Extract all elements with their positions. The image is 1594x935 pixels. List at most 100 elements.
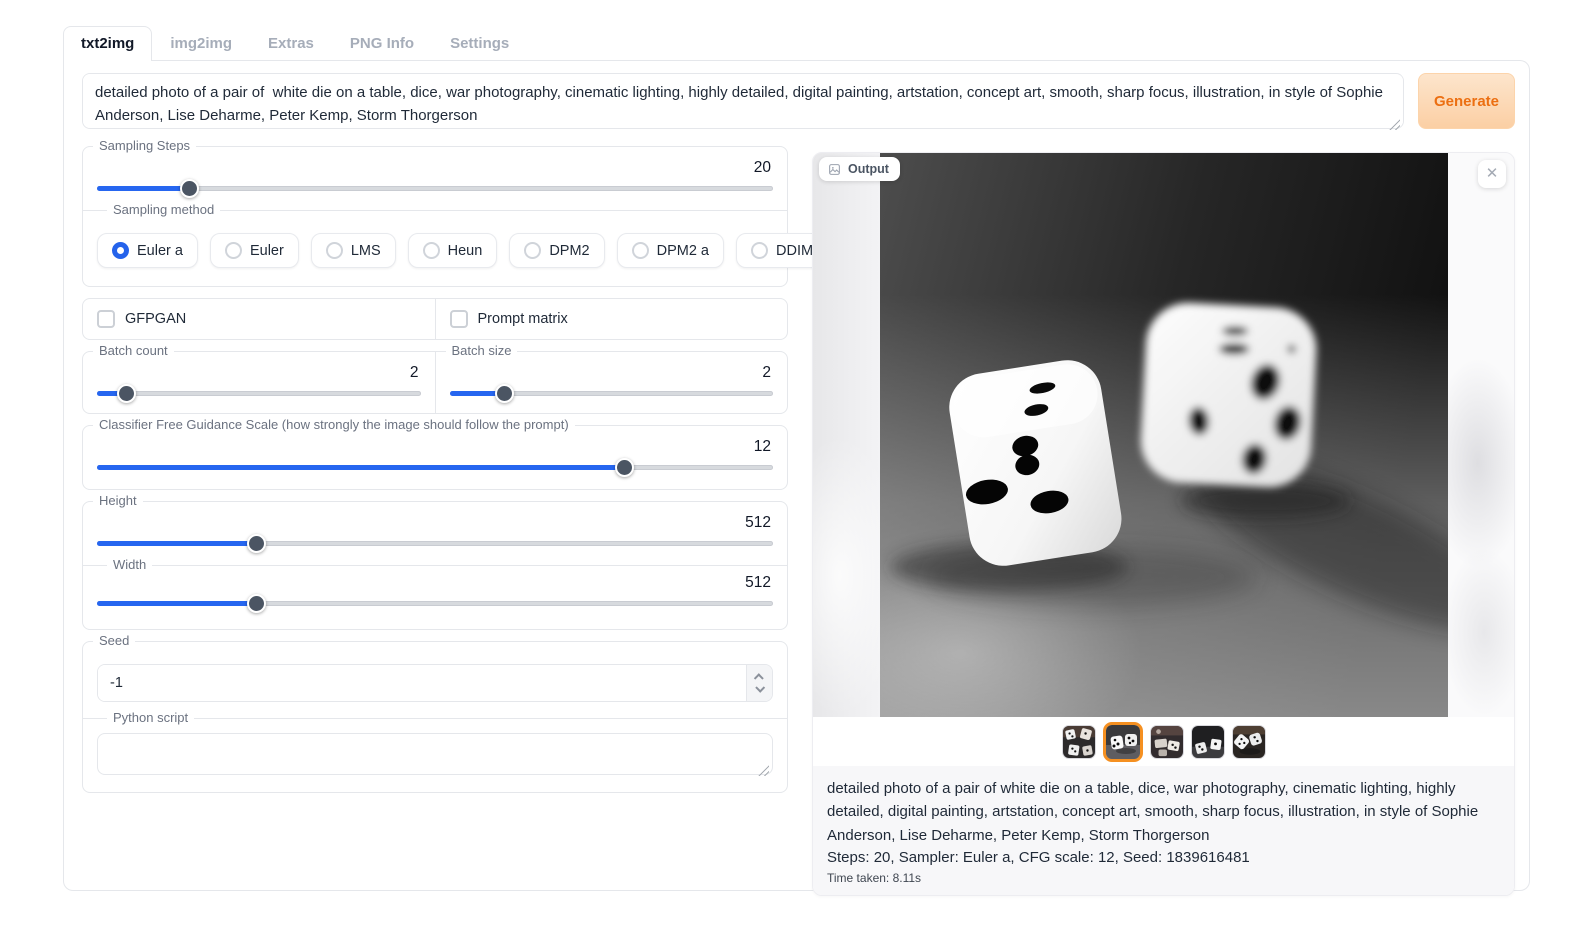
tab-extras[interactable]: Extras — [250, 26, 332, 61]
gallery-thumbnail[interactable] — [1103, 722, 1143, 762]
radio-icon — [112, 242, 129, 259]
gallery-left-blur — [813, 153, 880, 717]
sampler-option-label: DPM2 a — [657, 243, 709, 259]
sampler-option-label: Heun — [448, 243, 483, 259]
batch-count-label: Batch count — [93, 343, 174, 358]
tab-img2img[interactable]: img2img — [152, 26, 250, 61]
slider-handle[interactable] — [247, 594, 266, 613]
height-slider[interactable] — [97, 534, 773, 553]
batch-size-slider[interactable] — [450, 384, 774, 403]
radio-icon — [225, 242, 242, 259]
sampler-option-dpm2[interactable]: DPM2 — [509, 233, 604, 268]
slider-track[interactable] — [97, 391, 421, 396]
python-script-input[interactable] — [97, 733, 773, 775]
sampling-panel: Sampling Steps 20 Sampling method Euler … — [82, 146, 788, 287]
slider-fill — [97, 541, 256, 546]
radio-icon — [326, 242, 343, 259]
generate-button[interactable]: Generate — [1418, 73, 1515, 129]
app-root: txt2img img2img Extras PNG Info Settings… — [0, 0, 1594, 935]
seed-panel: Seed Python script — [82, 641, 788, 793]
slider-fill — [97, 465, 624, 470]
slider-handle[interactable] — [247, 534, 266, 553]
tab-txt2img[interactable]: txt2img — [63, 26, 152, 61]
width-label: Width — [107, 557, 152, 572]
gallery-thumbnail[interactable] — [1232, 725, 1266, 759]
slider-handle[interactable] — [117, 384, 136, 403]
gfpgan-label: GFPGAN — [125, 311, 186, 327]
sampler-option-label: DDIM — [776, 243, 813, 259]
image-icon — [828, 163, 841, 176]
gallery-thumbnails — [813, 717, 1514, 766]
gallery-right-blur — [1448, 153, 1514, 717]
batch-panel: Batch count 2 Batch size 2 — [82, 351, 788, 414]
sampler-option-euler-a[interactable]: Euler a — [97, 233, 198, 268]
checkbox-icon[interactable] — [450, 310, 468, 328]
sampler-options: Euler a Euler LMS — [97, 233, 773, 274]
gallery-thumbnail[interactable] — [1150, 725, 1184, 759]
slider-handle[interactable] — [615, 458, 634, 477]
batch-size-value: 2 — [450, 364, 774, 382]
batch-count-slider[interactable] — [97, 384, 421, 403]
cfg-slider[interactable] — [97, 458, 773, 477]
width-slider[interactable] — [97, 594, 773, 613]
sampling-steps-slider[interactable] — [97, 179, 773, 198]
batch-count-value: 2 — [97, 364, 421, 382]
height-label: Height — [93, 493, 143, 508]
caption-time-taken: Time taken: 8.11s — [827, 871, 1500, 885]
prompt-matrix-label: Prompt matrix — [478, 311, 568, 327]
slider-handle[interactable] — [495, 384, 514, 403]
output-panel: Output ✕ — [812, 152, 1515, 896]
caption-params: Steps: 20, Sampler: Euler a, CFG scale: … — [827, 849, 1500, 866]
gfpgan-checkbox-row[interactable]: GFPGAN — [97, 310, 421, 328]
sampler-option-euler[interactable]: Euler — [210, 233, 299, 268]
generated-image[interactable] — [880, 153, 1448, 717]
dimensions-panel: Height 512 Width 512 — [82, 501, 788, 630]
sampling-method-label: Sampling method — [107, 202, 220, 217]
options-panel: GFPGAN Prompt matrix — [82, 298, 788, 340]
gallery-viewer: Output ✕ — [813, 153, 1514, 717]
prompt-matrix-checkbox-row[interactable]: Prompt matrix — [450, 310, 774, 328]
prompt-input[interactable]: detailed photo of a pair of white die on… — [82, 73, 1404, 129]
radio-icon — [423, 242, 440, 259]
sampling-method-group: Sampling method Euler a Euler — [83, 210, 787, 278]
sampler-option-heun[interactable]: Heun — [408, 233, 498, 268]
sampler-option-label: Euler — [250, 243, 284, 259]
seed-input[interactable] — [98, 665, 746, 701]
prompt-row: detailed photo of a pair of white die on… — [82, 73, 1515, 134]
output-label-chip: Output — [819, 157, 900, 181]
height-value: 512 — [97, 514, 773, 532]
chevron-down-icon[interactable] — [755, 683, 765, 693]
batch-size-label: Batch size — [446, 343, 518, 358]
radio-icon — [524, 242, 541, 259]
sampler-option-label: LMS — [351, 243, 381, 259]
close-icon[interactable]: ✕ — [1478, 160, 1506, 188]
sampler-option-label: Euler a — [137, 243, 183, 259]
generation-info: detailed photo of a pair of white die on… — [813, 766, 1514, 895]
sampling-steps-value: 20 — [97, 159, 773, 177]
txt2img-page: detailed photo of a pair of white die on… — [63, 60, 1530, 891]
cfg-panel: Classifier Free Guidance Scale (how stro… — [82, 425, 788, 490]
tab-settings[interactable]: Settings — [432, 26, 527, 61]
radio-icon — [751, 242, 768, 259]
cfg-value: 12 — [97, 438, 773, 456]
sampler-option-lms[interactable]: LMS — [311, 233, 396, 268]
python-script-label: Python script — [107, 710, 194, 725]
sampling-steps-label: Sampling Steps — [93, 138, 196, 153]
tab-png-info[interactable]: PNG Info — [332, 26, 432, 61]
width-group: Width 512 — [83, 565, 787, 621]
seed-label: Seed — [93, 633, 135, 648]
chevron-up-icon[interactable] — [754, 673, 764, 683]
python-script-group: Python script — [83, 718, 787, 784]
sampler-option-dpm2-a[interactable]: DPM2 a — [617, 233, 724, 268]
output-column: Output ✕ — [812, 146, 1515, 896]
slider-handle[interactable] — [180, 179, 199, 198]
checkbox-icon[interactable] — [97, 310, 115, 328]
cfg-label: Classifier Free Guidance Scale (how stro… — [93, 417, 575, 432]
gallery-thumbnail[interactable] — [1062, 725, 1096, 759]
radio-icon — [632, 242, 649, 259]
seed-spinner[interactable] — [746, 665, 772, 701]
width-value: 512 — [97, 574, 773, 592]
gallery-thumbnail[interactable] — [1191, 725, 1225, 759]
settings-column: Sampling Steps 20 Sampling method Euler … — [82, 146, 788, 804]
sampler-option-label: DPM2 — [549, 243, 589, 259]
